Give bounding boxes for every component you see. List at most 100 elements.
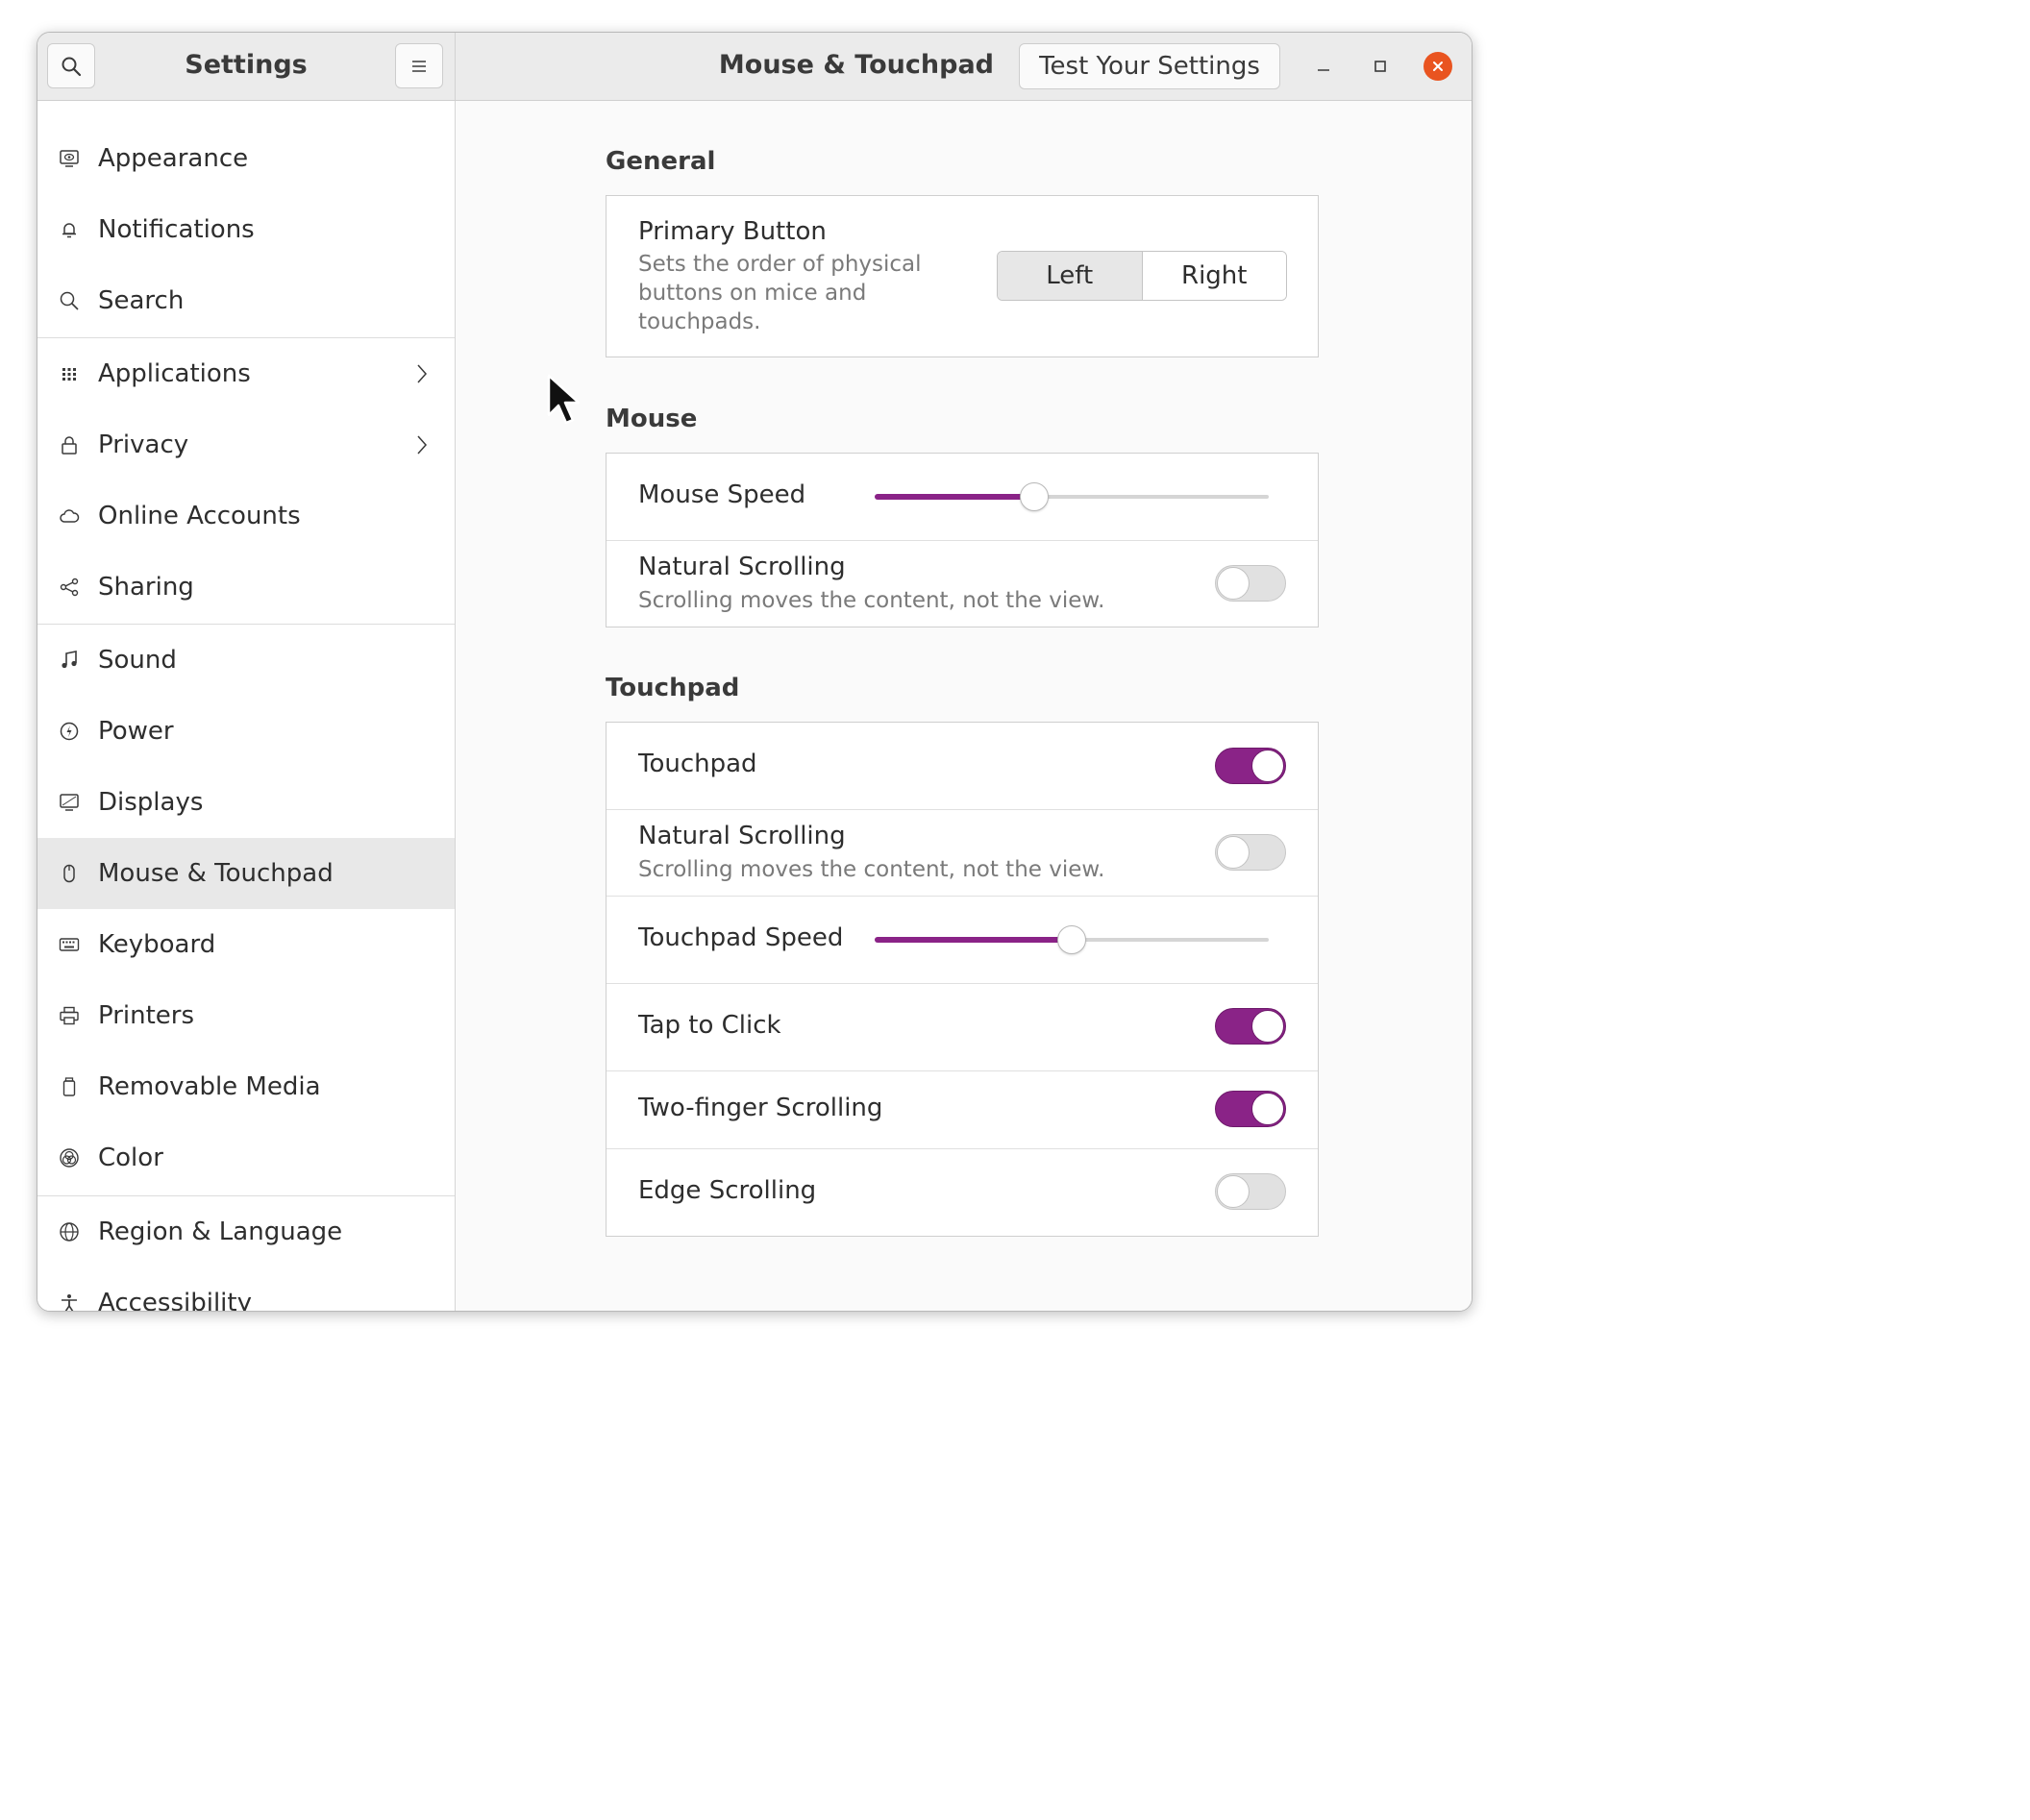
sidebar-item-applications[interactable]: Applications <box>37 338 455 409</box>
sidebar-item-partial <box>37 101 455 112</box>
sidebar-item-printers[interactable]: Printers <box>37 980 455 1051</box>
sidebar-item-label: Mouse & Touchpad <box>98 859 334 888</box>
sidebar-item-keyboard[interactable]: Keyboard <box>37 909 455 980</box>
edge-scrolling-title: Edge Scrolling <box>638 1176 817 1205</box>
hamburger-menu-icon <box>412 60 426 72</box>
primary-button-subtitle: Sets the order of physical buttons on mi… <box>638 250 922 336</box>
tap-to-click-title: Tap to Click <box>638 1011 781 1040</box>
slider-handle[interactable] <box>1020 482 1050 511</box>
switch-knob <box>1251 750 1284 782</box>
sidebar-item-removable-media[interactable]: Removable Media <box>37 1051 455 1122</box>
subtitle-line: Sets the order of physical <box>638 252 922 277</box>
two-finger-scrolling-title: Two-finger Scrolling <box>638 1094 883 1122</box>
mouse-natural-scrolling-switch[interactable] <box>1215 565 1286 602</box>
sidebar-title: Settings <box>185 50 308 80</box>
sidebar-item-power[interactable]: Power <box>37 696 455 767</box>
display-icon <box>59 792 80 813</box>
natural-scrolling-title: Natural Scrolling <box>638 553 846 581</box>
sidebar-item-privacy[interactable]: Privacy <box>37 409 455 480</box>
close-button[interactable] <box>1423 52 1452 81</box>
tap-to-click-row: Tap to Click <box>607 984 1318 1070</box>
printer-icon <box>59 1005 80 1026</box>
sidebar-item-appearance[interactable]: Appearance <box>37 123 455 194</box>
sidebar-item-label: Removable Media <box>98 1072 321 1101</box>
touchpad-speed-slider[interactable] <box>875 925 1269 954</box>
sidebar-item-label: Printers <box>98 1001 195 1030</box>
sidebar-item-region-language[interactable]: Region & Language <box>37 1196 455 1267</box>
maximize-button[interactable] <box>1366 52 1395 81</box>
bell-icon <box>59 219 80 240</box>
sidebar-item-displays[interactable]: Displays <box>37 767 455 838</box>
general-card: Primary Button Sets the order of physica… <box>606 195 1319 357</box>
share-icon <box>59 577 80 598</box>
slider-handle[interactable] <box>1057 925 1086 954</box>
sidebar-item-mouse-touchpad[interactable]: Mouse & Touchpad <box>37 838 455 909</box>
music-note-icon <box>59 650 80 671</box>
sidebar-item-search[interactable]: Search <box>37 265 455 336</box>
sidebar-item-label: Displays <box>98 788 204 817</box>
sidebar-item-sharing[interactable]: Sharing <box>37 552 455 623</box>
removable-media-icon <box>59 1076 80 1097</box>
mouse-speed-label: Mouse Speed <box>638 480 806 509</box>
header-divider <box>455 33 456 100</box>
natural-scrolling-subtitle: Scrolling moves the content, not the vie… <box>638 857 1105 882</box>
appearance-icon <box>59 148 80 169</box>
touchpad-row: Touchpad <box>607 723 1318 809</box>
header-bar: Settings Mouse & Touchpad Test Your Sett… <box>37 33 1472 101</box>
lock-icon <box>59 434 80 455</box>
globe-icon <box>59 1221 80 1242</box>
page-title: Mouse & Touchpad <box>718 50 994 80</box>
menu-button[interactable] <box>395 43 443 88</box>
primary-button-selector: Left Right <box>997 251 1287 301</box>
touchpad-speed-label: Touchpad Speed <box>638 923 844 952</box>
accessibility-icon <box>59 1292 80 1311</box>
cloud-icon <box>59 505 80 527</box>
sidebar-item-label: Sharing <box>98 573 194 602</box>
power-icon <box>59 721 80 742</box>
sidebar-item-label: Accessibility <box>98 1289 252 1311</box>
sidebar: Appearance Notifications Search Applicat… <box>37 101 456 1311</box>
keyboard-icon <box>59 934 80 955</box>
switch-knob <box>1217 1175 1250 1208</box>
sidebar-item-sound[interactable]: Sound <box>37 625 455 696</box>
test-your-settings-button[interactable]: Test Your Settings <box>1019 43 1280 89</box>
touchpad-speed-row: Touchpad Speed <box>607 897 1318 983</box>
sidebar-item-label: Color <box>98 1144 163 1172</box>
sidebar-item-accessibility[interactable]: Accessibility <box>37 1267 455 1311</box>
search-icon <box>59 290 80 311</box>
mouse-speed-row: Mouse Speed <box>607 454 1318 540</box>
two-finger-scrolling-switch[interactable] <box>1215 1091 1286 1127</box>
sidebar-item-notifications[interactable]: Notifications <box>37 194 455 265</box>
sidebar-item-label: Search <box>98 286 185 315</box>
switch-knob <box>1251 1010 1284 1043</box>
mouse-pointer-icon <box>547 374 581 425</box>
primary-button-title: Primary Button <box>638 217 827 246</box>
touchpad-natural-scrolling-switch[interactable] <box>1215 834 1286 871</box>
touchpad-title: Touchpad <box>638 750 757 778</box>
sidebar-item-label: Notifications <box>98 215 255 244</box>
subtitle-line: buttons on mice and <box>638 281 867 306</box>
sidebar-item-label: Power <box>98 717 174 746</box>
sidebar-item-color[interactable]: Color <box>37 1122 455 1193</box>
search-button[interactable] <box>47 43 95 88</box>
edge-scrolling-switch[interactable] <box>1215 1173 1286 1210</box>
switch-knob <box>1217 567 1250 600</box>
minimize-button[interactable] <box>1309 52 1338 81</box>
minimize-icon <box>1318 69 1329 71</box>
section-title-touchpad: Touchpad <box>606 674 740 702</box>
settings-window: Settings Mouse & Touchpad Test Your Sett… <box>37 32 1473 1312</box>
switch-knob <box>1217 836 1250 869</box>
touchpad-switch[interactable] <box>1215 748 1286 784</box>
two-finger-scrolling-row: Two-finger Scrolling <box>607 1071 1318 1148</box>
maximize-icon <box>1374 61 1386 72</box>
main-content: General Primary Button Sets the order of… <box>456 101 1472 1311</box>
section-title-mouse: Mouse <box>606 405 698 433</box>
right-button[interactable]: Right <box>1141 252 1286 300</box>
sidebar-item-label: Region & Language <box>98 1217 343 1246</box>
sidebar-item-label: Keyboard <box>98 930 216 959</box>
tap-to-click-switch[interactable] <box>1215 1008 1286 1045</box>
left-button[interactable]: Left <box>998 252 1142 300</box>
sidebar-item-label: Appearance <box>98 144 249 173</box>
sidebar-item-online-accounts[interactable]: Online Accounts <box>37 480 455 552</box>
mouse-speed-slider[interactable] <box>875 482 1269 511</box>
